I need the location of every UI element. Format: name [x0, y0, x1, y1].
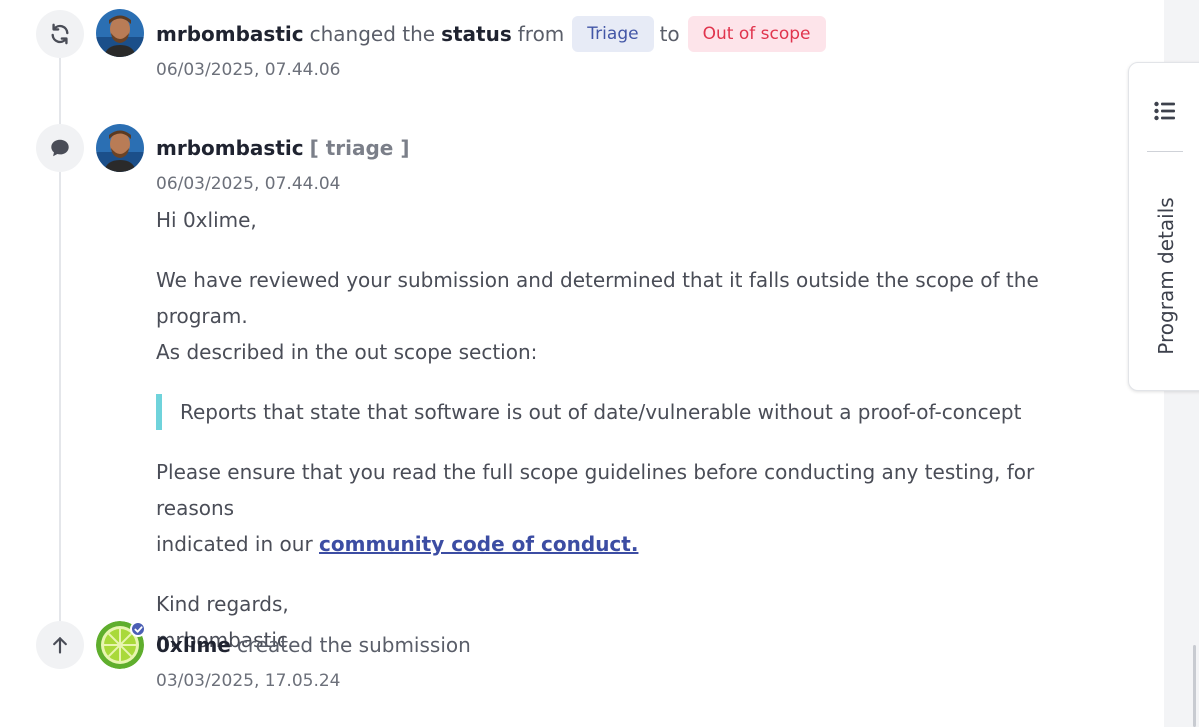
- program-details-tab[interactable]: Program details: [1128, 62, 1199, 391]
- avatar[interactable]: [96, 124, 144, 172]
- scrollbar-thumb[interactable]: [1193, 645, 1196, 727]
- comment-paragraph-line: As described in the out scope section:: [156, 340, 538, 364]
- created-user[interactable]: 0xlime: [156, 633, 231, 657]
- comment-header: mrbombastic [ triage ]: [156, 133, 409, 163]
- panel-divider: [1147, 151, 1183, 152]
- quote-text: Reports that state that software is out …: [180, 400, 1022, 424]
- comment-paragraph-line: Please ensure that you read the full sco…: [156, 460, 1035, 520]
- event-text: changed the: [309, 22, 436, 46]
- created-line: 0xlime created the submission: [156, 630, 477, 660]
- comment-paragraph-line: We have reviewed your submission and det…: [156, 268, 1039, 328]
- comment-paragraph-line: indicated in our community code of condu…: [156, 526, 1116, 562]
- program-details-label: Program details: [1154, 197, 1178, 355]
- status-word: status: [441, 22, 512, 46]
- status-badge-from: Triage: [572, 16, 654, 52]
- comment-body: Hi 0xlime, We have reviewed your submiss…: [156, 202, 1116, 658]
- created-timestamp: 03/03/2025, 17.05.24: [156, 671, 341, 691]
- status-change-line: mrbombastic changed the status from Tria…: [156, 16, 826, 52]
- comment-user[interactable]: mrbombastic: [156, 136, 304, 160]
- comment-closing: Kind regards,: [156, 592, 289, 616]
- list-icon: [1154, 101, 1176, 125]
- quote-bar: [156, 394, 162, 430]
- comment-greeting: Hi 0xlime,: [156, 208, 257, 232]
- code-of-conduct-link[interactable]: community code of conduct.: [319, 532, 638, 556]
- from-word: from: [517, 22, 565, 46]
- status-badge-to: Out of scope: [687, 16, 826, 52]
- chat-bubble-icon: [36, 124, 84, 172]
- created-text: created the submission: [236, 633, 471, 657]
- to-word: to: [659, 22, 680, 46]
- user-role: [ triage ]: [309, 136, 410, 160]
- event-user[interactable]: mrbombastic: [156, 22, 304, 46]
- blockquote: Reports that state that software is out …: [156, 394, 1116, 430]
- refresh-icon: [36, 10, 84, 58]
- link-prefix: indicated in our: [156, 532, 313, 556]
- avatar[interactable]: [96, 9, 144, 57]
- event-timestamp: 06/03/2025, 07.44.06: [156, 60, 341, 80]
- comment-timestamp: 06/03/2025, 07.44.04: [156, 174, 341, 194]
- arrow-up-icon: [36, 621, 84, 669]
- verified-badge-icon: [130, 621, 146, 637]
